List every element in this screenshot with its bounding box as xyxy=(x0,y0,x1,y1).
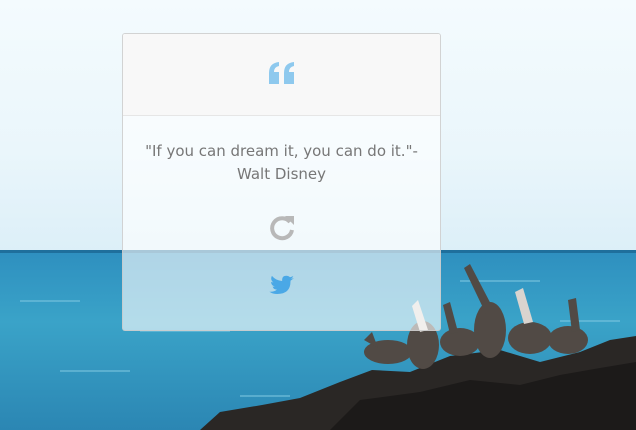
twitter-icon[interactable] xyxy=(269,275,295,297)
quote-card: "If you can dream it, you can do it."- W… xyxy=(122,33,441,331)
quote-text: "If you can dream it, you can do it."- xyxy=(145,142,418,160)
refresh-icon[interactable] xyxy=(268,214,296,242)
quote-author: Walt Disney xyxy=(236,165,327,183)
quote-left-icon xyxy=(268,61,296,89)
quote-card-header xyxy=(123,34,440,116)
quote-body: "If you can dream it, you can do it."- W… xyxy=(123,140,440,186)
